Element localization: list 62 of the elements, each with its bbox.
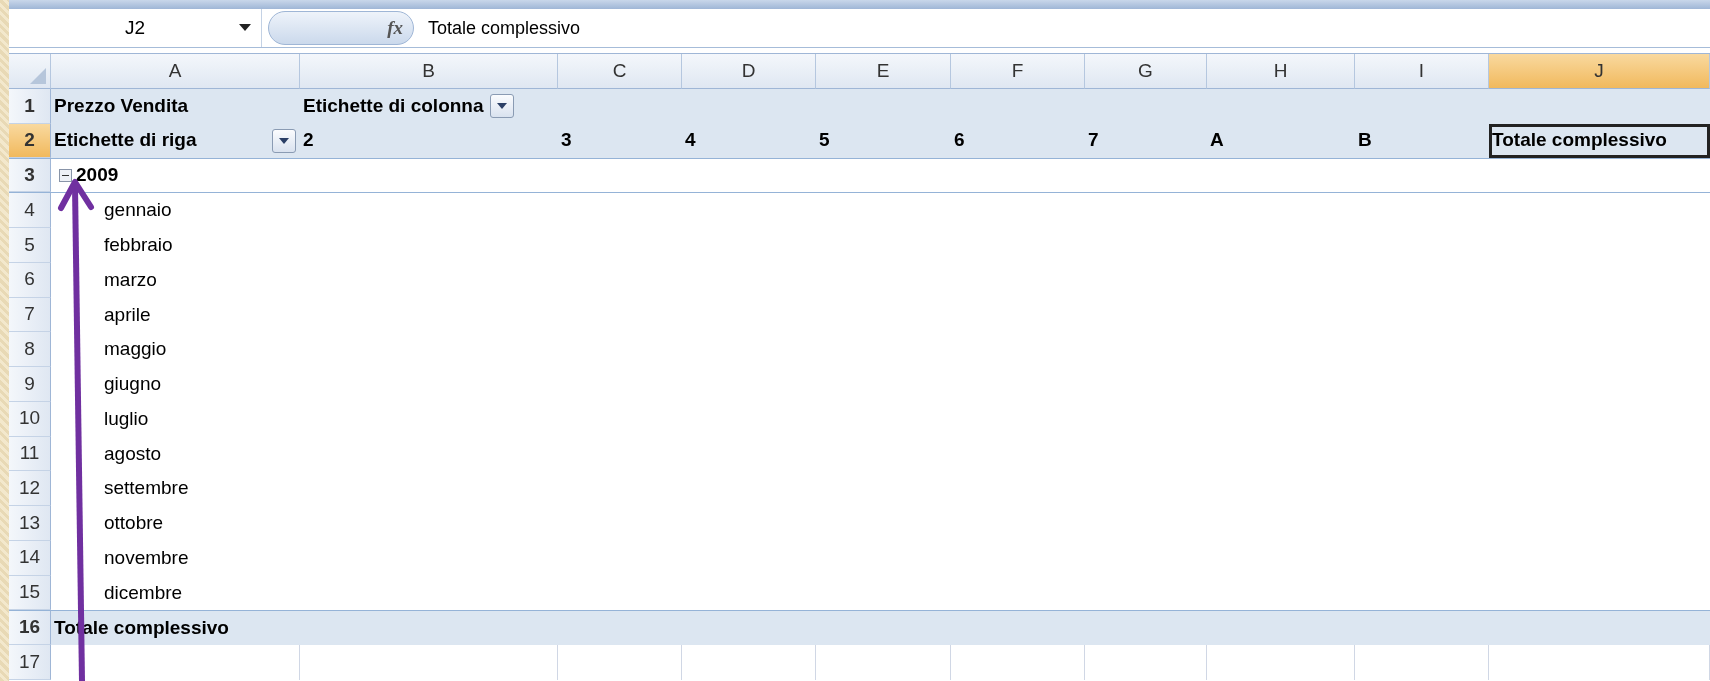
row-header[interactable]: 1	[9, 89, 51, 124]
dropdown-caret-icon[interactable]	[239, 24, 251, 31]
row-header[interactable]: 5	[9, 228, 51, 263]
table-cell-text: febbraio	[104, 233, 173, 258]
table-cell-text: Etichette di riga	[54, 128, 197, 153]
column-header[interactable]: F	[951, 54, 1085, 89]
collapse-toggle-icon[interactable]	[59, 168, 72, 182]
table-cell-text: 4	[685, 128, 696, 153]
row-header[interactable]: 10	[9, 401, 51, 437]
row-header[interactable]: 6	[9, 262, 51, 298]
column-header[interactable]: J	[1489, 54, 1710, 89]
table-cell-text: luglio	[104, 406, 149, 431]
table-cell-text: 7	[1088, 128, 1099, 153]
column-header[interactable]: B	[300, 54, 558, 89]
insert-function-button[interactable]: fx	[268, 11, 414, 45]
row-header[interactable]: 13	[9, 506, 51, 541]
corner-triangle-icon	[30, 68, 46, 84]
column-header[interactable]: C	[558, 54, 682, 89]
table-cell-text: agosto	[104, 441, 162, 466]
column-header[interactable]: G	[1085, 54, 1207, 89]
row-header[interactable]: 2	[9, 123, 51, 158]
row-header[interactable]: 14	[9, 540, 51, 576]
table-cell-text: 2009	[76, 163, 119, 188]
table-cell-text: 6	[954, 128, 965, 153]
table-cell-text: gennaio	[104, 198, 172, 223]
caret-icon	[496, 103, 507, 110]
row-header[interactable]: 16	[9, 611, 51, 645]
table-cell-text: Prezzo Vendita	[54, 94, 189, 119]
formula-field[interactable]: Totale complessivo	[414, 14, 581, 42]
table-cell-text: novembre	[104, 545, 189, 570]
name-box[interactable]: J2	[9, 9, 262, 47]
selected-cell[interactable]: Totale complessivo	[1489, 123, 1710, 158]
row-header[interactable]: 11	[9, 436, 51, 472]
column-header[interactable]: H	[1207, 54, 1355, 89]
row-header[interactable]: 9	[9, 367, 51, 402]
table-cell-text: giugno	[104, 372, 162, 397]
filter-dropdown-button[interactable]	[272, 128, 296, 153]
table-cell-text: aprile	[104, 302, 151, 327]
filter-dropdown-button[interactable]	[489, 94, 514, 119]
table-cell-text: 2	[303, 128, 314, 153]
row-header[interactable]: 7	[9, 297, 51, 333]
row-header[interactable]: 3	[9, 158, 51, 193]
caret-icon	[279, 137, 289, 144]
table-cell-text: marzo	[104, 267, 157, 292]
table-cell-text: ottobre	[104, 511, 164, 536]
table-cell-text: maggio	[104, 337, 167, 362]
row-header[interactable]: 4	[9, 193, 51, 228]
table-cell-text: Etichette di colonna	[303, 94, 484, 119]
column-header[interactable]: E	[816, 54, 951, 89]
table-cell-text: dicembre	[104, 580, 183, 605]
table-cell-text: 5	[819, 128, 830, 153]
row-header[interactable]: 17	[9, 645, 51, 680]
column-header[interactable]: A	[51, 54, 300, 89]
column-header[interactable]: D	[682, 54, 816, 89]
table-cell-text: B	[1358, 128, 1372, 153]
row-header[interactable]: 15	[9, 575, 51, 611]
column-header[interactable]: I	[1355, 54, 1489, 89]
table-cell-text: 3	[561, 128, 572, 153]
table-cell-text: settembre	[104, 476, 189, 501]
row-header[interactable]: 8	[9, 332, 51, 367]
table-cell-text: A	[1210, 128, 1224, 153]
row-header[interactable]: 12	[9, 471, 51, 506]
